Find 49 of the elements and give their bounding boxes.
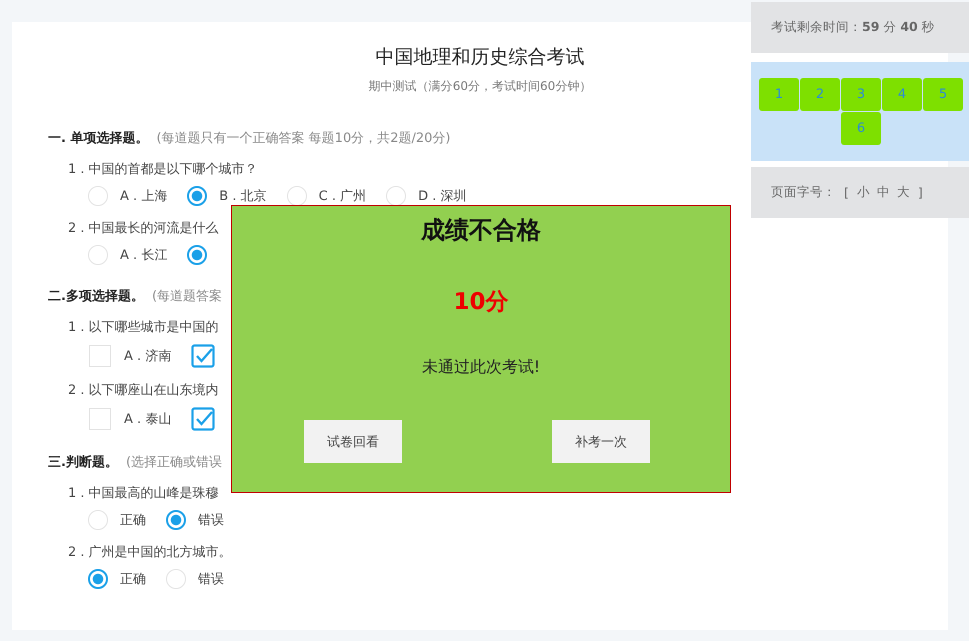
option-label: A . 长江 [120, 247, 168, 264]
question-number-button[interactable]: 3 [841, 78, 881, 111]
dialog-button[interactable]: 试卷回看 [304, 420, 402, 463]
checkbox[interactable] [191, 344, 216, 368]
section-note: (每道题答案 [152, 288, 222, 305]
option-label: 正确 [120, 571, 146, 588]
question-text: 1 . 以下哪些城市是中国的 [68, 319, 219, 336]
question-text: 2 . 广州是中国的北方城市。 [68, 544, 232, 561]
section-note: (每道题只有一个正确答案 每题10分，共2题/20分) [156, 130, 450, 147]
exam-subtitle: 期中测试（满分60分，考试时间60分钟） [368, 78, 592, 95]
question-text: 1 . 中国的首都是以下哪个城市？ [68, 161, 258, 178]
section-heading: 三.判断题。 [48, 454, 118, 471]
option-label: C . 广州 [318, 188, 366, 205]
option-label: A . 泰山 [124, 411, 172, 428]
radio-button[interactable] [187, 186, 208, 206]
dialog-button[interactable]: 补考一次 [552, 420, 650, 463]
option-label: A . 济南 [124, 348, 172, 365]
question-number-button[interactable]: 6 [841, 112, 881, 145]
section-heading: 二.多项选择题。 [48, 288, 144, 305]
exam-title: 中国地理和历史综合考试 [376, 45, 584, 70]
question-number-button[interactable]: 5 [923, 78, 963, 111]
question-text: 1 . 中国最高的山峰是珠穆 [68, 485, 219, 502]
checkbox[interactable] [191, 407, 216, 431]
font-size-label: 页面字号： [771, 184, 836, 201]
font-size-link[interactable]: 小 [856, 184, 870, 201]
radio-button[interactable] [88, 569, 108, 589]
option-label: A . 上海 [120, 188, 168, 205]
option-label: 正确 [120, 512, 146, 529]
option-label: 错误 [198, 512, 224, 529]
section-heading: 一. 单项选择题。 [48, 130, 148, 147]
section-note: (选择正确或错误 [126, 454, 222, 471]
question-number-button[interactable]: 2 [800, 78, 840, 111]
result-message: 未通过此次考试! [422, 357, 540, 378]
result-title: 成绩不合格 [421, 215, 541, 246]
bracket: ] [918, 185, 923, 200]
score: 10分 [453, 288, 508, 317]
option-label: 错误 [198, 571, 224, 588]
font-size-link[interactable]: 中 [876, 184, 890, 201]
radio-button[interactable] [166, 510, 186, 530]
question-number-button[interactable]: 1 [759, 78, 799, 111]
question-number-button[interactable]: 4 [882, 78, 922, 111]
question-text: 2 . 中国最长的河流是什么 [68, 220, 219, 237]
option-label: D . 深圳 [418, 188, 467, 205]
question-text: 2 . 以下哪座山在山东境内 [68, 382, 219, 399]
radio-button[interactable] [187, 245, 208, 265]
font-size-link[interactable]: 大 [896, 184, 910, 201]
bracket: [ [844, 185, 849, 200]
remaining-time: 考试剩余时间：59 分 40 秒 [771, 19, 935, 36]
option-label: B . 北京 [219, 188, 267, 205]
